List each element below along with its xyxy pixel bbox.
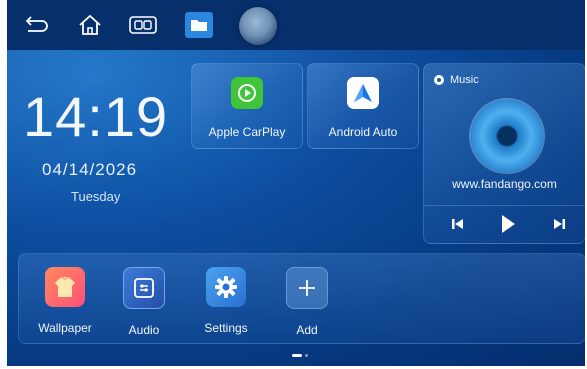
tile-label: Apple CarPlay [208,125,286,139]
next-icon[interactable] [552,216,566,237]
music-widget[interactable]: Music www.fandango.com [423,63,585,244]
folder-icon[interactable] [185,12,213,38]
home-screen: 14:19 04/14/2026 Tuesday Apple CarPlay A… [7,0,585,366]
audio-icon [123,267,165,309]
back-icon[interactable] [21,12,51,38]
dock-label: Wallpaper [38,321,92,335]
dock-item-audio[interactable]: Audio [109,267,179,337]
android-auto-icon [347,77,379,109]
home-icon[interactable] [75,12,105,38]
page-dot [305,354,308,357]
tile-label: Android Auto [328,125,398,139]
play-icon[interactable] [499,213,517,240]
tile-android-auto[interactable]: Android Auto [307,63,419,149]
clock-time: 14:19 [23,85,169,148]
multiwindow-icon[interactable] [128,12,158,38]
music-icon [434,75,444,85]
clock-date: 04/14/2026 [42,160,138,179]
page-dot-active [292,354,302,357]
music-controls [424,205,585,244]
music-title: Music [450,74,479,86]
add-icon [286,267,328,309]
page-indicator [292,354,308,357]
settings-icon [206,267,246,307]
previous-icon[interactable] [451,216,465,237]
wallpaper-icon [45,267,85,307]
dock-label: Add [296,323,318,337]
app-dock: Wallpaper Audio Settings Add [18,253,585,344]
music-header: Music [434,74,479,86]
music-source: www.fandango.com [452,177,557,191]
dock-label: Settings [204,321,248,335]
disc-icon [471,100,543,172]
tile-apple-carplay[interactable]: Apple CarPlay [191,63,303,149]
assistant-orb-icon[interactable] [239,7,277,45]
status-bar [7,0,585,50]
clock-day: Tuesday [71,189,121,204]
dock-item-wallpaper[interactable]: Wallpaper [30,267,100,335]
dock-label: Audio [128,323,160,337]
dock-item-add[interactable]: Add [272,267,342,337]
dock-item-settings[interactable]: Settings [191,267,261,335]
carplay-icon [231,77,263,109]
